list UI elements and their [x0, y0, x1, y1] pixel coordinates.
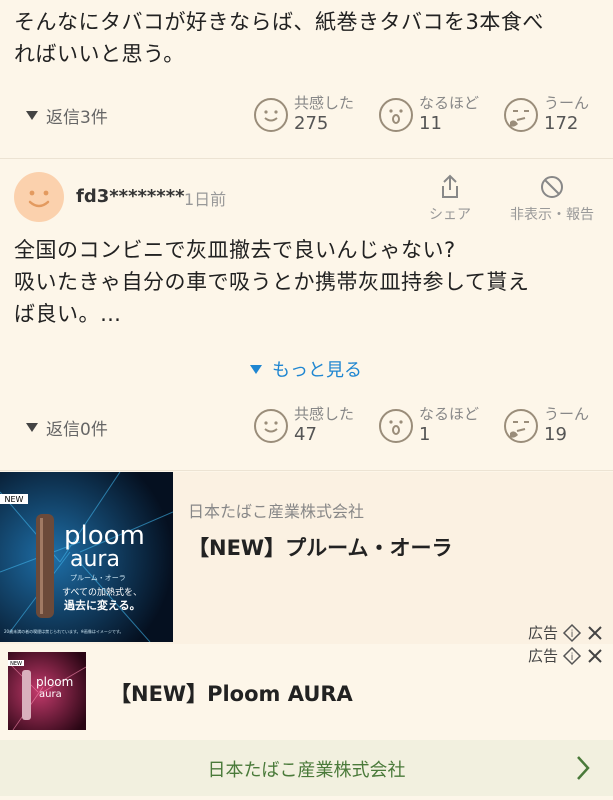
ad-label-row: 広告 i	[528, 622, 604, 643]
reaction-count: 11	[419, 113, 442, 134]
reaction-empathy-button[interactable]: 共感した 47	[254, 405, 354, 447]
reaction-count: 1	[419, 424, 431, 445]
close-icon[interactable]	[586, 647, 604, 665]
reply-count-label: 返信0件	[46, 420, 108, 440]
ad-title[interactable]: 【NEW】プルーム・オーラ	[188, 532, 452, 562]
caret-down-icon	[26, 423, 38, 432]
reaction-label: 共感した	[294, 94, 355, 112]
comment-time: 1日前	[184, 190, 227, 209]
reply-count-label: 返信3件	[46, 108, 108, 128]
info-icon[interactable]: i	[562, 646, 582, 666]
ad-image-badge: NEW	[10, 661, 22, 667]
share-button[interactable]: シェア	[422, 174, 478, 224]
reaction-count: 19	[544, 424, 567, 445]
reply-toggle[interactable]: 返信3件	[26, 103, 108, 128]
reaction-label: なるほど	[419, 94, 480, 112]
thinking-face-icon	[504, 409, 538, 443]
ad-image-brand: aura	[70, 547, 120, 572]
ad-image-badge: NEW	[5, 495, 24, 504]
username[interactable]: fd3********	[76, 186, 185, 207]
ad-label: 広告	[528, 624, 559, 642]
close-icon[interactable]	[586, 624, 604, 642]
hide-report-button[interactable]: 非表示・報告	[500, 174, 604, 224]
ad-image-copy: すべての加熱式を、	[62, 586, 142, 598]
reaction-doubt-button[interactable]: うーん 19	[504, 405, 589, 447]
reaction-insight-button[interactable]: なるほど 11	[379, 94, 479, 136]
smile-face-icon	[254, 409, 288, 443]
info-icon[interactable]: i	[562, 623, 582, 643]
chevron-right-icon	[577, 756, 590, 780]
reaction-label: 共感した	[294, 405, 355, 423]
avatar[interactable]	[14, 172, 64, 222]
reaction-label: なるほど	[419, 405, 480, 423]
reply-toggle[interactable]: 返信0件	[26, 415, 108, 440]
divider	[0, 470, 613, 471]
surprised-face-icon	[379, 98, 413, 132]
smile-face-icon	[254, 98, 288, 132]
reaction-label: うーん	[544, 94, 590, 112]
share-icon	[442, 174, 458, 198]
prohibit-icon	[541, 176, 563, 198]
ad-image-copy: 過去に変える。	[63, 598, 141, 612]
thinking-face-icon	[504, 98, 538, 132]
ad-label-row: 広告 i	[528, 645, 604, 666]
ad-image-brand: aura	[39, 689, 62, 700]
comment-text-line: そんなにタバコが好きならば、紙巻きタバコを3本食べ	[14, 10, 544, 34]
show-more-link[interactable]: もっと見る	[250, 356, 362, 382]
surprised-face-icon	[379, 409, 413, 443]
reaction-count: 172	[544, 113, 579, 134]
comment-text-line: 吸いたきゃ自分の車で吸うとか携帯灰皿持参して貰え	[14, 270, 530, 294]
ad-advertiser: 日本たばこ産業株式会社	[188, 502, 365, 521]
comment-text: 全国のコンビニで灰皿撤去で良いんじゃない? 吸いたきゃ自分の車で吸うとか携帯灰皿…	[14, 234, 529, 330]
advertiser-link-bar[interactable]: 日本たばこ産業株式会社	[0, 740, 613, 796]
ad-label: 広告	[528, 647, 559, 665]
comment-text: そんなにタバコが好きならば、紙巻きタバコを3本食べ ればいいと思う。	[14, 6, 544, 70]
hide-report-label: 非表示・報告	[510, 207, 594, 223]
reaction-doubt-button[interactable]: うーん 172	[504, 94, 589, 136]
svg-text:i: i	[571, 629, 574, 640]
advertiser-link-label: 日本たばこ産業株式会社	[207, 760, 406, 781]
comment-text-line: ば良い。…	[14, 302, 122, 326]
caret-down-icon	[26, 111, 38, 120]
caret-down-icon	[250, 364, 262, 374]
reaction-label: うーん	[544, 405, 590, 423]
reaction-count: 47	[294, 424, 317, 445]
comment-text-line: 全国のコンビニで灰皿撤去で良いんじゃない?	[14, 238, 456, 262]
reaction-count: 275	[294, 113, 329, 134]
reaction-empathy-button[interactable]: 共感した 275	[254, 94, 354, 136]
ad-title[interactable]: 【NEW】Ploom AURA	[110, 678, 353, 708]
ad-image-brand: ploom	[36, 675, 73, 689]
show-more-label: もっと見る	[272, 360, 362, 381]
reaction-insight-button[interactable]: なるほど 1	[379, 405, 479, 447]
comment-text-line: ればいいと思う。	[14, 42, 185, 66]
ad-image[interactable]: NEW ploom aura プルーム・オーラ すべての加熱式を、 過去に変える…	[0, 472, 173, 642]
ad-card[interactable]: NEW ploom aura プルーム・オーラ すべての加熱式を、 過去に変える…	[0, 472, 613, 644]
ad-image-sub: プルーム・オーラ	[70, 574, 126, 582]
svg-text:i: i	[571, 652, 574, 663]
ad-image-note: 20歳未満の者の喫煙は禁じられています。※画像はイメージです。	[4, 628, 123, 634]
divider	[0, 158, 613, 159]
share-label: シェア	[429, 207, 471, 223]
ad-image[interactable]: NEW ploom aura	[8, 652, 86, 730]
